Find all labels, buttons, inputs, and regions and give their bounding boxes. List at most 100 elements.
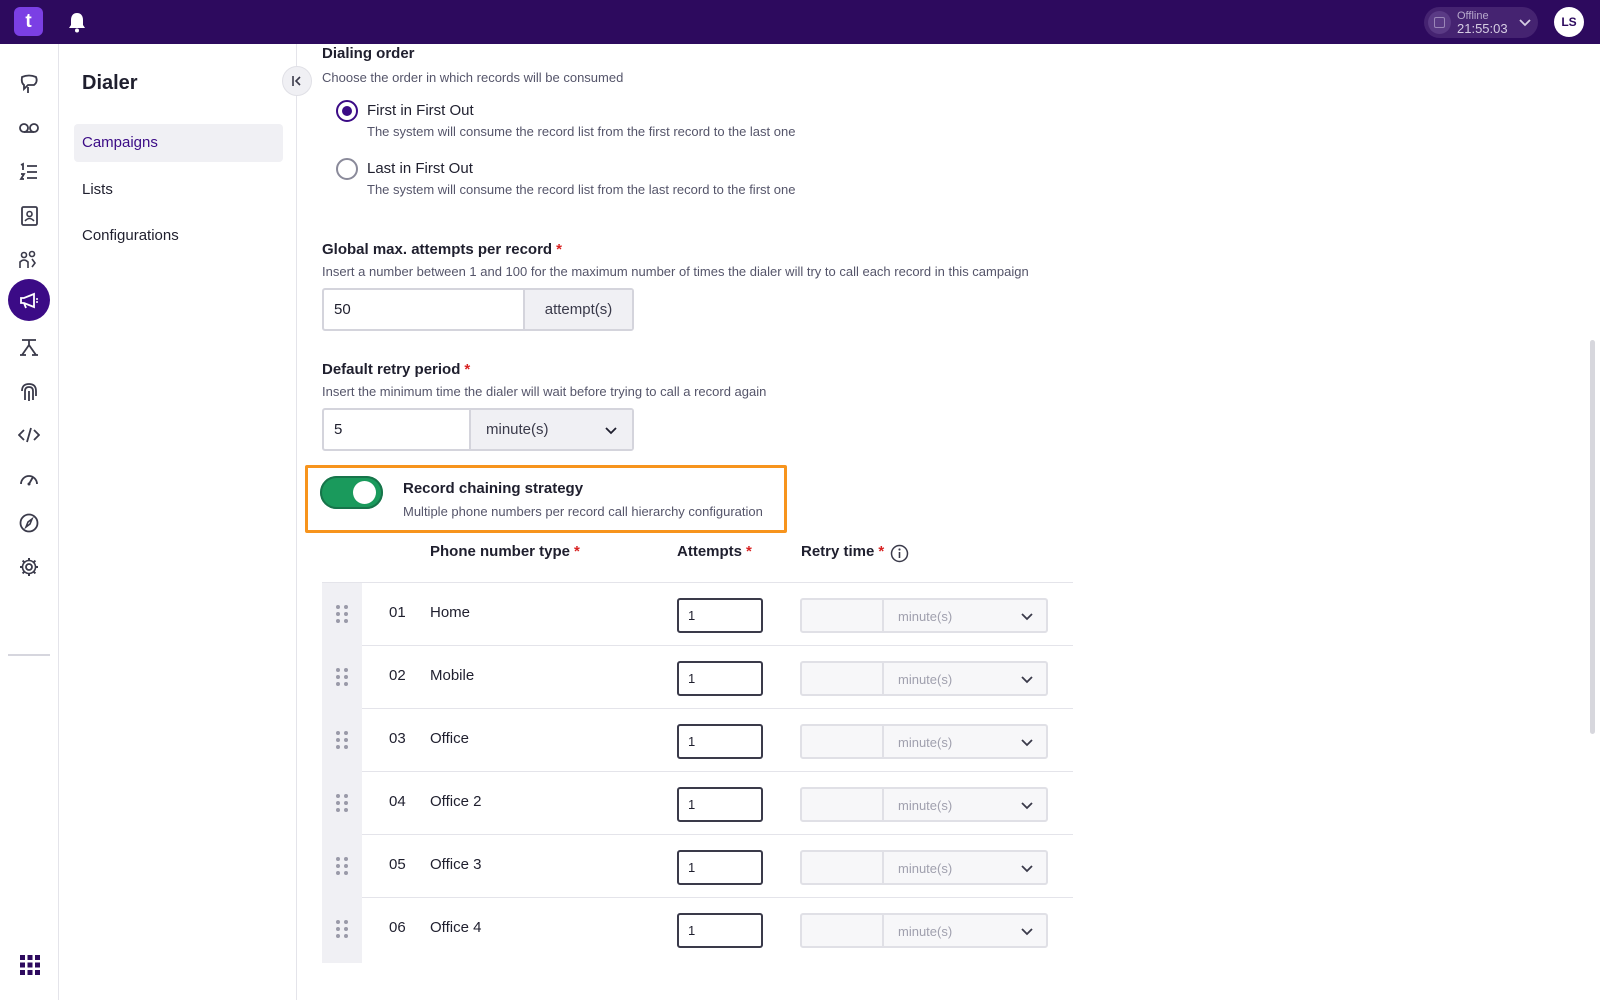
radio-lifo-label: Last in First Out bbox=[367, 160, 473, 177]
attempts-input[interactable]: 1 bbox=[677, 787, 763, 822]
agent-status-selector[interactable]: Offline 21:55:03 bbox=[1424, 7, 1538, 38]
bell-icon[interactable] bbox=[67, 11, 87, 33]
megaphone-icon[interactable] bbox=[8, 279, 50, 321]
retry-unit-select: minute(s) bbox=[882, 726, 1046, 757]
table-row: 01 Home 1 minute(s) bbox=[322, 583, 1073, 646]
avatar[interactable]: LS bbox=[1554, 7, 1584, 37]
record-chaining-toggle[interactable] bbox=[320, 476, 383, 509]
phone-type: Office 2 bbox=[430, 793, 482, 810]
retry-period-field: 5 minute(s) bbox=[322, 408, 634, 451]
row-number: 03 bbox=[389, 730, 406, 747]
dashboard-icon[interactable] bbox=[8, 458, 50, 500]
retry-period-title: Default retry period * bbox=[322, 361, 470, 378]
max-attempts-input[interactable]: 50 bbox=[334, 301, 351, 318]
required-marker: * bbox=[556, 241, 562, 258]
info-icon[interactable] bbox=[890, 544, 909, 563]
contacts-icon[interactable] bbox=[8, 195, 50, 237]
table-row: 03 Office 1 minute(s) bbox=[322, 709, 1073, 772]
radio-fifo-desc: The system will consume the record list … bbox=[367, 124, 796, 139]
phone-type: Office 3 bbox=[430, 856, 482, 873]
th-phone-type: Phone number type * bbox=[430, 543, 580, 560]
sidebar-item-configurations[interactable]: Configurations bbox=[74, 217, 283, 255]
phone-type: Office 4 bbox=[430, 919, 482, 936]
max-attempts-field[interactable]: 50 attempt(s) bbox=[322, 288, 634, 331]
row-number: 04 bbox=[389, 793, 406, 810]
row-number: 06 bbox=[389, 919, 406, 936]
chevron-down-icon bbox=[1519, 19, 1531, 27]
retry-unit-select: minute(s) bbox=[882, 600, 1046, 631]
retry-time-field: minute(s) bbox=[800, 913, 1048, 948]
retry-unit-value: minute(s) bbox=[486, 421, 549, 438]
row-number: 01 bbox=[389, 604, 406, 621]
status-timer: 21:55:03 bbox=[1457, 21, 1508, 36]
phone-type: Home bbox=[430, 604, 471, 621]
apps-grid-icon[interactable] bbox=[19, 954, 41, 976]
retry-unit-value: minute(s) bbox=[898, 861, 953, 876]
th-attempts-text: Attempts bbox=[677, 543, 743, 560]
table-row: 02 Mobile 1 minute(s) bbox=[322, 646, 1073, 709]
scrollbar[interactable] bbox=[1590, 340, 1595, 734]
drag-handle[interactable] bbox=[322, 646, 362, 709]
sidebar-item-lists[interactable]: Lists bbox=[74, 171, 283, 209]
table-row: 04 Office 2 1 minute(s) bbox=[322, 772, 1073, 835]
list-icon[interactable] bbox=[8, 151, 50, 193]
code-icon[interactable] bbox=[8, 414, 50, 456]
chevron-down-icon bbox=[1021, 928, 1033, 936]
radio-lifo-desc: The system will consume the record list … bbox=[367, 182, 796, 197]
gear-icon[interactable] bbox=[8, 546, 50, 588]
compass-icon[interactable] bbox=[8, 502, 50, 544]
voicemail-icon[interactable] bbox=[8, 107, 50, 149]
rail-divider bbox=[8, 654, 50, 656]
phone-type: Office bbox=[430, 730, 469, 747]
drag-handle-icon bbox=[336, 857, 348, 875]
collapse-sidebar-button[interactable] bbox=[282, 66, 312, 96]
speech-bubble-icon[interactable] bbox=[8, 63, 50, 105]
row-number: 02 bbox=[389, 667, 406, 684]
chevron-down-icon bbox=[605, 427, 617, 435]
chevron-down-icon bbox=[1021, 613, 1033, 621]
retry-unit-select[interactable]: minute(s) bbox=[469, 410, 632, 449]
attempts-input[interactable]: 1 bbox=[677, 661, 763, 696]
retry-unit-value: minute(s) bbox=[898, 672, 953, 687]
icon-rail bbox=[0, 44, 59, 1000]
attempts-input[interactable]: 1 bbox=[677, 913, 763, 948]
retry-unit-select: minute(s) bbox=[882, 663, 1046, 694]
attempts-value: 1 bbox=[688, 734, 696, 749]
attempts-input[interactable]: 1 bbox=[677, 850, 763, 885]
th-retry-time: Retry time * bbox=[801, 543, 884, 560]
th-attempts: Attempts * bbox=[677, 543, 752, 560]
retry-time-field: minute(s) bbox=[800, 787, 1048, 822]
retry-unit-value: minute(s) bbox=[898, 609, 953, 624]
retry-period-hint: Insert the minimum time the dialer will … bbox=[322, 384, 767, 399]
flow-icon[interactable] bbox=[8, 327, 50, 369]
max-attempts-title-text: Global max. attempts per record bbox=[322, 241, 553, 258]
retry-period-input[interactable]: 5 bbox=[334, 421, 342, 438]
radio-lifo[interactable] bbox=[336, 158, 358, 180]
app-logo[interactable]: t bbox=[14, 7, 43, 36]
attempts-input[interactable]: 1 bbox=[677, 724, 763, 759]
retry-unit-select: minute(s) bbox=[882, 915, 1046, 946]
drag-handle[interactable] bbox=[322, 772, 362, 835]
drag-handle[interactable] bbox=[322, 835, 362, 898]
radio-fifo[interactable] bbox=[336, 100, 358, 122]
fingerprint-icon[interactable] bbox=[8, 371, 50, 413]
record-chaining-title: Record chaining strategy bbox=[403, 480, 584, 497]
retry-period-title-text: Default retry period bbox=[322, 361, 461, 378]
record-chaining-desc: Multiple phone numbers per record call h… bbox=[403, 504, 763, 519]
required-marker: * bbox=[574, 543, 580, 560]
attempts-value: 1 bbox=[688, 671, 696, 686]
attempts-input[interactable]: 1 bbox=[677, 598, 763, 633]
required-marker: * bbox=[746, 543, 752, 560]
team-icon[interactable] bbox=[8, 239, 50, 281]
table-end bbox=[322, 951, 362, 963]
drag-handle-icon bbox=[336, 668, 348, 686]
attempts-value: 1 bbox=[688, 608, 696, 623]
phone-type: Mobile bbox=[430, 667, 475, 684]
required-marker: * bbox=[878, 543, 885, 560]
dialing-order-title: Dialing order bbox=[322, 45, 415, 62]
drag-handle[interactable] bbox=[322, 709, 362, 772]
radio-fifo-label: First in First Out bbox=[367, 102, 474, 119]
chevron-down-icon bbox=[1021, 739, 1033, 747]
sidebar-item-campaigns[interactable]: Campaigns bbox=[74, 124, 283, 162]
drag-handle[interactable] bbox=[322, 583, 362, 646]
